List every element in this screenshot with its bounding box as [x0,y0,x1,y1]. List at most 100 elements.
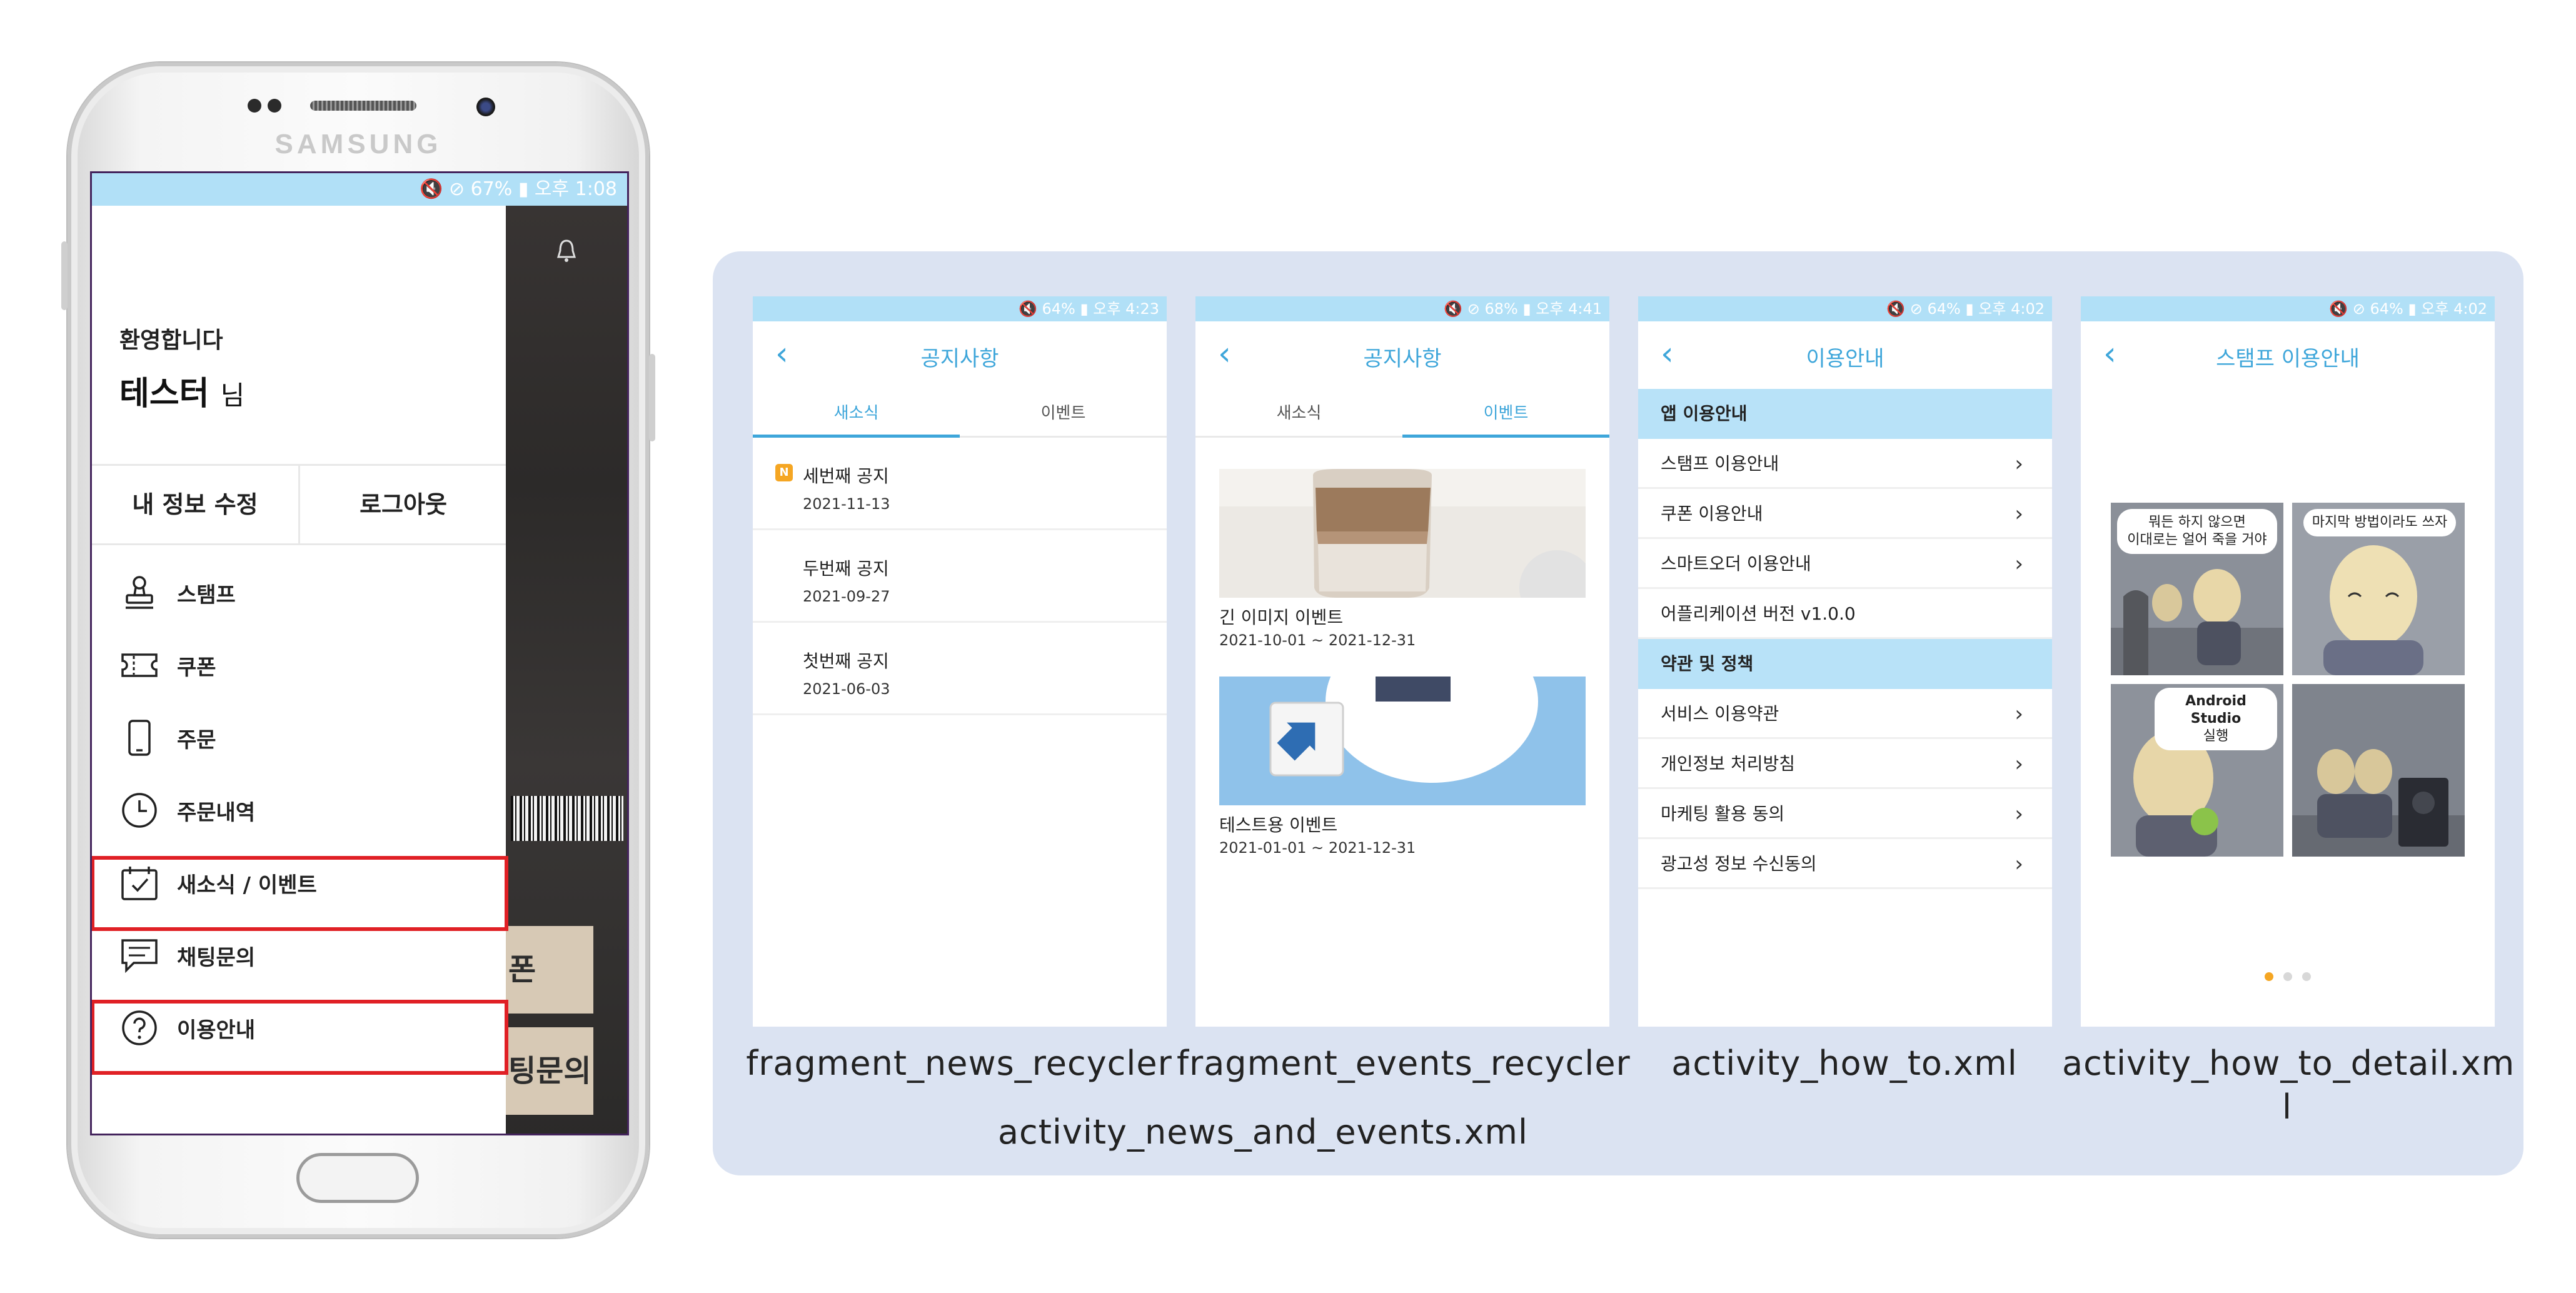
events-screen: 🔇 ⊘ 68% ▮ 오후 4:41 ‹ 공지사항 새소식 이벤트 긴 이미지 이… [1195,296,1609,1027]
tab-news[interactable]: 새소식 [1195,389,1402,438]
news-screen: 🔇 64% ▮ 오후 4:23 ‹ 공지사항 새소식 이벤트 N 세번째 공지 … [753,296,1167,1027]
news-date: 2021-11-13 [803,495,890,513]
navigation-drawer: 환영합니다 테스터 님 내 정보 수정 로그아웃 스탬프 쿠폰 주문 주문내역 … [92,206,506,1134]
speech-bubble: 마지막 방법이라도 쓰자 [2303,509,2456,536]
event-image[interactable] [1219,677,1586,805]
row-label: 광고성 정보 수신동의 [1661,853,1817,874]
menu-item-stamp[interactable]: 스탬프 [119,565,495,621]
list-item[interactable]: 첫번째 공지 2021-06-03 [753,623,1167,715]
caption-howto: activity_how_to.xml [1671,1044,2018,1083]
row-label: 서비스 이용약관 [1661,703,1779,724]
howto-screen: 🔇 ⊘ 64% ▮ 오후 4:02 ‹ 이용안내 앱 이용안내 스탬프 이용안내… [1638,296,2052,1027]
list-item[interactable]: 두번째 공지 2021-09-27 [753,530,1167,623]
volume-button [61,241,68,310]
bubble-line: 실행 [2203,728,2229,744]
caption-line: l [2282,1087,2292,1127]
row-label: 개인정보 처리방침 [1661,753,1795,774]
phone-mockup: SAMSUNG 🔇 ⊘ 67% ▮ 오후 1:08 폰 팅문의 환영합니다 테스… [61,63,655,1238]
background-tile: 팅문의 [506,1027,593,1115]
news-date: 2021-09-27 [803,588,890,605]
list-item[interactable]: 서비스 이용약관 › [1638,689,2052,739]
page-dot[interactable] [2302,972,2311,981]
highlight-news-events [92,856,508,931]
title-bar: ‹ 이용안내 [1638,321,2052,389]
speech-bubble: Android Studio 실행 [2155,688,2277,750]
sensor-dot [248,99,261,113]
bubble-line: 이대로는 얼어 죽을 거야 [2127,532,2267,548]
highlight-help [92,1000,508,1075]
version-row: 어플리케이션 버전 v1.0.0 [1638,589,2052,639]
menu-item-label: 주문 [177,727,216,753]
tab-events[interactable]: 이벤트 [960,389,1167,438]
menu-item-coupon[interactable]: 쿠폰 [119,637,495,693]
list-item[interactable]: 개인정보 처리방침 › [1638,739,2052,789]
home-button[interactable] [296,1153,419,1203]
brand-logo: SAMSUNG [274,129,442,159]
page-title: 스탬프 이용안내 [2216,346,2360,371]
chevron-right-icon: › [2015,451,2023,476]
menu-item-order[interactable]: 주문 [119,710,495,766]
chevron-right-icon: › [2015,852,2023,877]
list-item[interactable]: 스마트오더 이용안내 › [1638,539,2052,589]
tab-bar: 새소식 이벤트 [753,389,1167,438]
event-title: 테스트용 이벤트 [1219,815,1338,835]
bell-icon[interactable] [556,238,577,269]
menu-item-label: 채팅문의 [177,945,256,970]
chevron-right-icon: › [2015,501,2023,526]
edit-profile-button[interactable]: 내 정보 수정 [92,466,298,543]
earpiece-speaker [310,101,416,111]
row-label: 스마트오더 이용안내 [1661,553,1811,574]
user-name: 테스터 님 [119,367,244,414]
comic-image[interactable]: 뭐든 하지 않으면 이대로는 얼어 죽을 거야 마지막 방법이라도 쓰자 And… [2111,503,2465,857]
sensor-dot [268,99,281,113]
section-header: 앱 이용안내 [1638,389,2052,439]
event-image[interactable] [1219,469,1586,598]
user-name-suffix: 님 [220,380,245,411]
page-indicator [2081,972,2495,984]
caption-line: activity_how_to_detail.xm [2062,1044,2515,1083]
event-date: 2021-01-01 ~ 2021-12-31 [1219,839,1416,857]
page-dot[interactable] [2283,972,2292,981]
status-bar: 🔇 ⊘ 67% ▮ 오후 1:08 [92,173,627,206]
news-title: 첫번째 공지 [803,651,889,672]
news-date: 2021-06-03 [803,680,890,698]
chevron-right-icon: › [2015,551,2023,576]
page-dot[interactable] [2265,972,2273,981]
list-item[interactable]: 스탬프 이용안내 › [1638,439,2052,489]
comic-panel: Android Studio 실행 [2111,684,2283,857]
list-item[interactable]: 광고성 정보 수신동의 › [1638,839,2052,889]
tab-events[interactable]: 이벤트 [1402,389,1609,438]
row-label: 쿠폰 이용안내 [1661,503,1763,524]
page-title: 이용안내 [1806,346,1884,371]
menu-item-order-history[interactable]: 주문내역 [119,782,495,838]
page-title: 공지사항 [1363,346,1442,371]
news-title: 세번째 공지 [803,466,889,486]
menu-item-chat[interactable]: 채팅문의 [119,927,495,984]
list-item[interactable]: N 세번째 공지 2021-11-13 [753,438,1167,530]
screens-panel: 🔇 64% ▮ 오후 4:23 ‹ 공지사항 새소식 이벤트 N 세번째 공지 … [713,251,2523,1175]
chevron-right-icon: › [2015,752,2023,777]
comic-panel: 마지막 방법이라도 쓰자 [2292,503,2465,675]
chevron-right-icon: › [2015,702,2023,727]
tab-news[interactable]: 새소식 [753,389,960,438]
event-title: 긴 이미지 이벤트 [1219,607,1344,628]
comic-panel [2292,684,2465,857]
bubble-line: 뭐든 하지 않으면 [2148,515,2246,530]
power-button [649,354,655,441]
comic-panel: 뭐든 하지 않으면 이대로는 얼어 죽을 거야 [2111,503,2283,675]
status-bar: 🔇 64% ▮ 오후 4:23 [753,296,1167,321]
list-item[interactable]: 마케팅 활용 동의 › [1638,789,2052,839]
caption-news-events-group: activity_news_and_events.xml [997,1112,1529,1152]
list-item[interactable]: 쿠폰 이용안내 › [1638,489,2052,539]
ticket-icon [119,645,159,685]
bubble-line: Android Studio [2185,693,2246,727]
logout-button[interactable]: 로그아웃 [300,466,506,543]
front-camera [476,98,495,116]
row-label: 어플리케이션 버전 v1.0.0 [1661,603,1856,624]
tab-bar: 새소식 이벤트 [1195,389,1609,438]
page-title: 공지사항 [920,346,999,371]
background-tile: 폰 [506,926,593,1014]
divider [92,543,506,545]
caption-howto-detail: activity_how_to_detail.xm l [2062,1042,2515,1129]
barcode-image [511,796,623,841]
